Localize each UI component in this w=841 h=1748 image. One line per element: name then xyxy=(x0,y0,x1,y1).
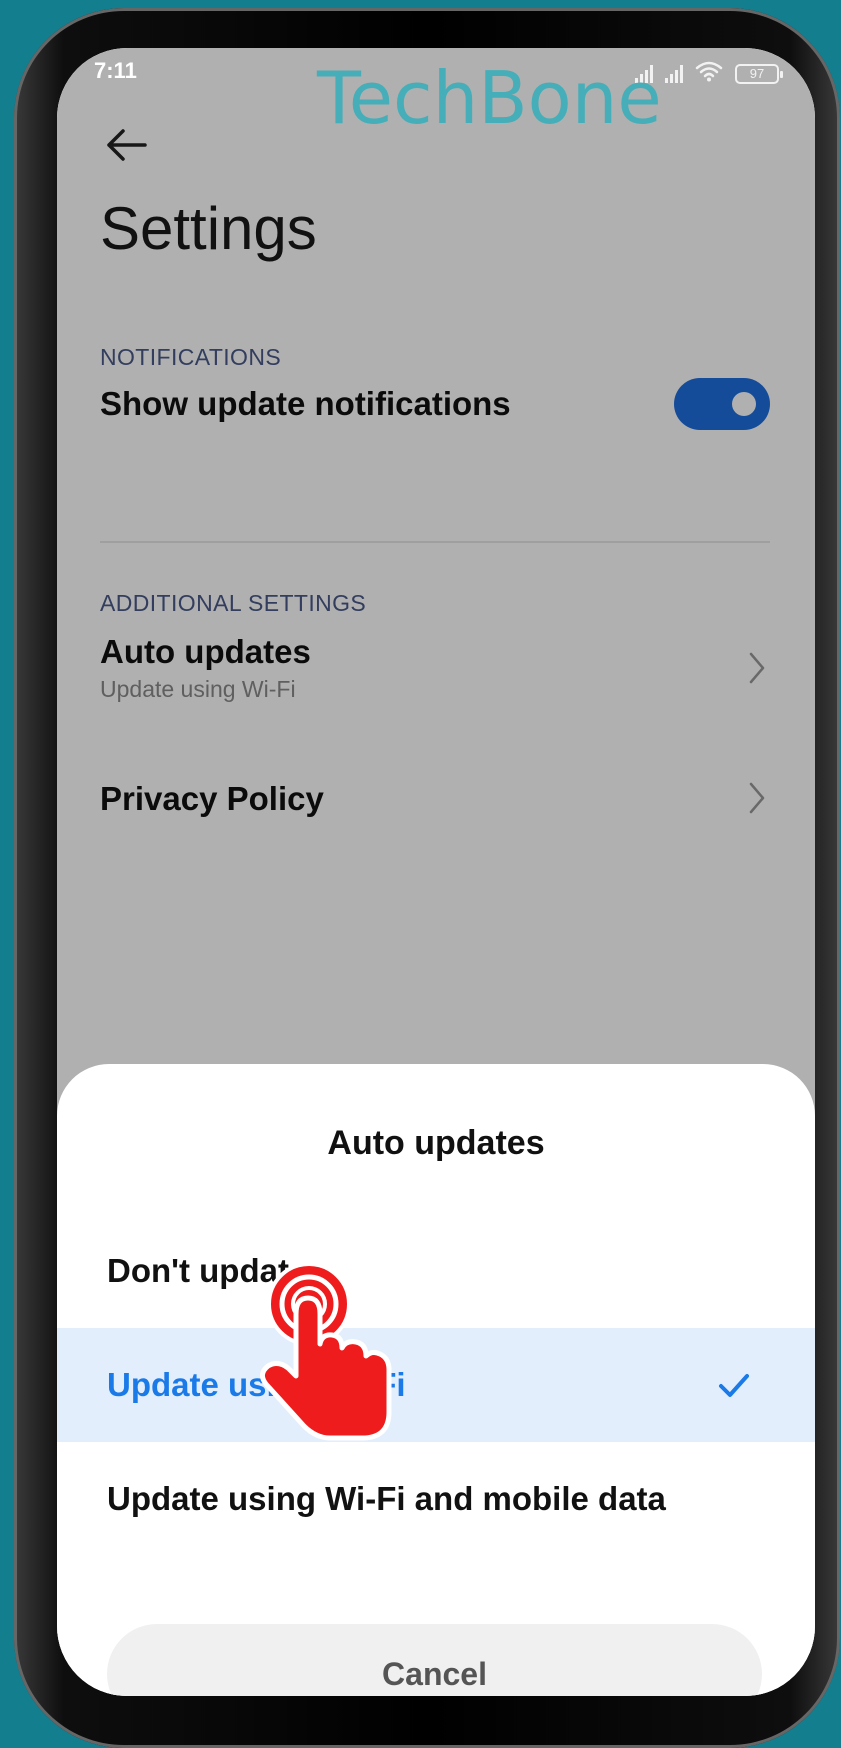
option-label: Update using Wi-Fi and mobile data xyxy=(107,1480,666,1517)
wifi-icon xyxy=(695,60,723,87)
battery-icon: 97 xyxy=(735,63,783,84)
tap-indicator-hand-icon xyxy=(256,1262,396,1442)
dialog-title: Auto updates xyxy=(327,1124,545,1162)
auto-updates-dialog: Auto updates Don't update Update using W… xyxy=(57,1064,815,1696)
option-update-wifi[interactable]: Update using Wi-Fi xyxy=(57,1328,815,1442)
option-dont-update[interactable]: Don't update xyxy=(57,1214,815,1328)
phone-screen: Settings NOTIFICATIONS Show update notif… xyxy=(57,48,815,1696)
watermark: TechBone xyxy=(317,56,662,140)
checkmark-icon xyxy=(717,1368,751,1402)
signal-icon xyxy=(665,64,683,83)
cancel-button[interactable]: Cancel xyxy=(107,1624,762,1696)
option-update-wifi-mobile[interactable]: Update using Wi-Fi and mobile data xyxy=(57,1442,815,1556)
status-time: 7:11 xyxy=(94,58,137,83)
